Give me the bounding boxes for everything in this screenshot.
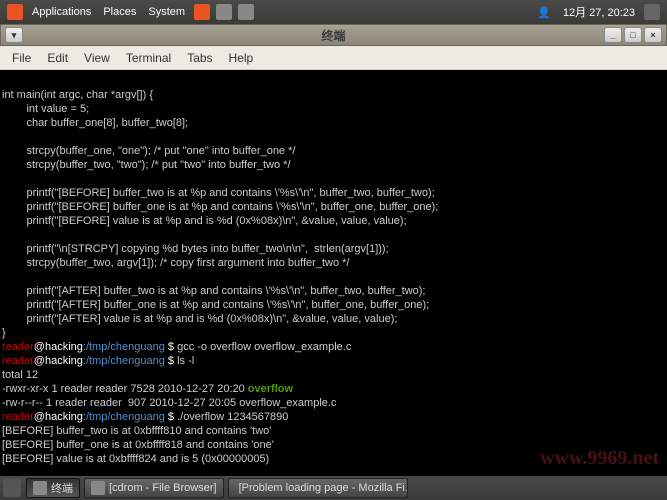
output-line: total 12 — [2, 369, 38, 381]
terminal-launcher-icon[interactable] — [238, 4, 254, 20]
menu-applications[interactable]: Applications — [26, 6, 97, 18]
window-titlebar[interactable]: ▾ 终端 _ □ × — [0, 24, 667, 46]
menubar: File Edit View Terminal Tabs Help — [0, 46, 667, 70]
bottom-panel: 终端 [cdrom - File Browser] [Problem loadi… — [0, 476, 667, 500]
code-line: printf("\n[STRCPY] copying %d bytes into… — [2, 243, 389, 255]
code-line: int value = 5; — [2, 103, 89, 115]
code-line: } — [2, 327, 6, 339]
output-line: [BEFORE] value is at 0xbffff824 and is 5… — [2, 453, 269, 465]
code-line: printf("[BEFORE] buffer_two is at %p and… — [2, 187, 435, 199]
terminal-icon — [33, 481, 47, 495]
top-panel: Applications Places System 👤 12月 27, 20:… — [0, 0, 667, 24]
command: ./overflow 1234567890 — [177, 411, 288, 423]
taskbar-filebrowser[interactable]: [cdrom - File Browser] — [84, 478, 224, 498]
output-line: [BEFORE] buffer_two is at 0xbffff810 and… — [2, 425, 271, 437]
code-line: strcpy(buffer_one, "one"); /* put "one" … — [2, 145, 295, 157]
code-line: printf("[BEFORE] value is at %p and is %… — [2, 215, 407, 227]
menu-system[interactable]: System — [142, 6, 191, 18]
window-menu-button[interactable]: ▾ — [5, 27, 23, 43]
menu-help[interactable]: Help — [221, 49, 262, 67]
show-desktop-icon[interactable] — [3, 479, 21, 497]
output-line: -rw-r--r-- 1 reader reader 907 2010-12-2… — [2, 397, 336, 409]
clock[interactable]: 12月 27, 20:23 — [557, 4, 641, 20]
folder-icon — [91, 481, 105, 495]
command: ls -l — [177, 355, 194, 367]
menu-terminal[interactable]: Terminal — [118, 49, 179, 67]
menu-edit[interactable]: Edit — [39, 49, 76, 67]
code-line: printf("[AFTER] buffer_one is at %p and … — [2, 299, 429, 311]
code-line: strcpy(buffer_two, "two"); /* put "two" … — [2, 159, 291, 171]
code-line: char buffer_one[8], buffer_two[8]; — [2, 117, 188, 129]
executable-name: overflow — [248, 383, 293, 395]
firefox-icon[interactable] — [194, 4, 210, 20]
terminal-content[interactable]: int main(int argc, char *argv[]) { int v… — [0, 70, 667, 476]
ubuntu-logo-icon[interactable] — [7, 4, 23, 20]
minimize-button[interactable]: _ — [604, 27, 622, 43]
code-line: int main(int argc, char *argv[]) { — [2, 89, 153, 101]
maximize-button[interactable]: □ — [624, 27, 642, 43]
code-line: printf("[AFTER] value is at %p and is %d… — [2, 313, 397, 325]
menu-file[interactable]: File — [4, 49, 39, 67]
menu-tabs[interactable]: Tabs — [179, 49, 220, 67]
command: gcc -o overflow overflow_example.c — [177, 341, 351, 353]
code-line: printf("[AFTER] buffer_two is at %p and … — [2, 285, 425, 297]
taskbar-terminal[interactable]: 终端 — [26, 478, 80, 498]
volume-icon[interactable] — [644, 4, 660, 20]
menu-places[interactable]: Places — [97, 6, 142, 18]
code-line: printf("[BEFORE] buffer_one is at %p and… — [2, 201, 438, 213]
help-icon[interactable] — [216, 4, 232, 20]
close-button[interactable]: × — [644, 27, 662, 43]
output-line: [BEFORE] buffer_one is at 0xbffff818 and… — [2, 439, 274, 451]
user-indicator[interactable]: 👤 — [531, 6, 557, 19]
taskbar-firefox[interactable]: [Problem loading page - Mozilla Fi… — [228, 478, 408, 498]
window-title: 终端 — [321, 27, 345, 44]
code-line: strcpy(buffer_two, argv[1]); /* copy fir… — [2, 257, 349, 269]
prompt-user: reader — [2, 341, 34, 353]
menu-view[interactable]: View — [76, 49, 118, 67]
output-line: -rwxr-xr-x 1 reader reader 7528 2010-12-… — [2, 383, 248, 395]
